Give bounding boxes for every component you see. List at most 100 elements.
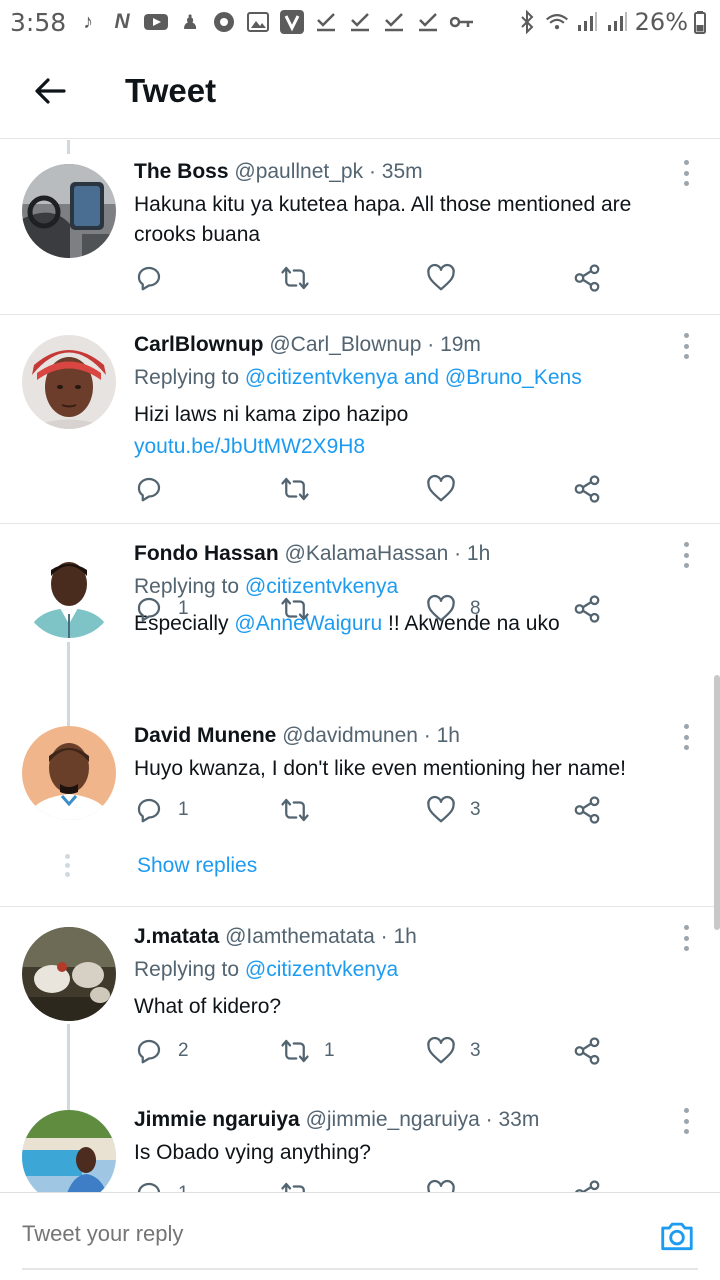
- camera-button[interactable]: [658, 1217, 696, 1255]
- reply-button[interactable]: 1: [134, 1178, 189, 1192]
- tweet-actions: 1 3: [134, 794, 614, 826]
- more-options-button[interactable]: [680, 1108, 692, 1134]
- share-icon: [575, 1180, 600, 1192]
- tweet[interactable]: Fondo Hassan @KalamaHassan · 1h Replying…: [0, 524, 720, 704]
- tweet[interactable]: CarlBlownup @Carl_Blownup · 19m Replying…: [0, 315, 720, 523]
- author-name[interactable]: Fondo Hassan: [134, 542, 279, 565]
- tweet-header: Jimmie ngaruiya @jimmie_ngaruiya · 33m: [134, 1106, 680, 1134]
- author-name[interactable]: J.matata: [134, 925, 219, 948]
- retweet-icon: [281, 1182, 305, 1192]
- heart-icon: [427, 1036, 455, 1064]
- author-name[interactable]: Jimmie ngaruiya: [134, 1108, 300, 1131]
- reply-input[interactable]: [22, 1221, 522, 1247]
- reply-mentions[interactable]: @citizentvkenya and @Bruno_Kens: [245, 366, 582, 389]
- reply-button[interactable]: [134, 262, 178, 294]
- like-button[interactable]: 3: [426, 794, 481, 826]
- more-options-button[interactable]: [680, 925, 692, 951]
- camera-icon: [661, 1222, 693, 1251]
- share-icon: [574, 595, 600, 623]
- page-title: Tweet: [125, 72, 217, 109]
- heart-icon: [427, 795, 455, 823]
- like-button[interactable]: 8: [426, 593, 481, 625]
- tweet-time: · 1h: [380, 925, 417, 948]
- bluetooth-icon: [515, 10, 539, 34]
- check-icon: [416, 10, 440, 34]
- battery-icon: [694, 10, 706, 34]
- retweet-button[interactable]: [280, 794, 324, 826]
- tweet[interactable]: J.matata @Iamthematata · 1h Replying to …: [0, 907, 720, 1097]
- replying-to-label: Replying to: [134, 366, 240, 389]
- retweet-icon: [281, 1039, 309, 1063]
- reply-button[interactable]: 1: [134, 794, 189, 826]
- like-button[interactable]: [426, 473, 470, 505]
- check-icon: [314, 10, 338, 34]
- signal-icon: [575, 10, 599, 34]
- tweet-header: Fondo Hassan @KalamaHassan · 1h: [134, 540, 680, 568]
- input-underline: [22, 1268, 698, 1270]
- reply-icon: [137, 477, 161, 502]
- retweet-button[interactable]: [280, 262, 324, 294]
- more-options-button[interactable]: [680, 160, 692, 186]
- retweet-button[interactable]: 1: [280, 1035, 335, 1067]
- retweet-button[interactable]: [280, 1178, 324, 1192]
- more-options-button[interactable]: [680, 333, 692, 359]
- author-name[interactable]: CarlBlownup: [134, 333, 264, 356]
- author-handle: @Carl_Blownup: [269, 333, 422, 356]
- share-button[interactable]: [572, 794, 602, 826]
- reply-button[interactable]: 1: [134, 593, 189, 625]
- tweet-header: The Boss @paullnet_pk · 35m: [134, 158, 680, 186]
- share-button[interactable]: [572, 1035, 602, 1067]
- avatar[interactable]: [22, 335, 116, 429]
- like-count: 3: [470, 799, 481, 820]
- reply-button[interactable]: 2: [134, 1035, 189, 1067]
- status-right: 26%: [515, 8, 706, 36]
- tweet-actions: 1: [134, 1178, 614, 1192]
- retweet-button[interactable]: [280, 593, 324, 625]
- avatar[interactable]: [22, 164, 116, 258]
- status-bar: 3:58 ♪ N ♟ 26%: [0, 0, 720, 44]
- reply-button[interactable]: [134, 473, 178, 505]
- like-button[interactable]: [426, 262, 470, 294]
- tweet[interactable]: Jimmie ngaruiya @jimmie_ngaruiya · 33m I…: [0, 1098, 720, 1192]
- avatar[interactable]: [22, 544, 116, 638]
- more-options-button[interactable]: [680, 542, 692, 568]
- scrollbar[interactable]: [714, 675, 720, 930]
- share-button[interactable]: [572, 1178, 602, 1192]
- share-button[interactable]: [572, 593, 602, 625]
- status-time: 3:58: [10, 7, 67, 37]
- tweet-time: · 19m: [427, 333, 481, 356]
- tweet-actions: 2 1 3: [134, 1035, 614, 1067]
- reply-icon: [137, 1182, 161, 1192]
- reply-count: 2: [178, 1040, 189, 1061]
- wifi-icon: [545, 10, 569, 34]
- reply-count: 1: [178, 598, 189, 619]
- avatar[interactable]: [22, 927, 116, 1021]
- avatar[interactable]: [22, 1110, 116, 1192]
- author-handle: @paullnet_pk: [234, 160, 364, 183]
- gallery-icon: [246, 10, 270, 34]
- back-button[interactable]: [20, 61, 80, 121]
- reply-mentions[interactable]: @citizentvkenya: [245, 958, 398, 981]
- retweet-button[interactable]: [280, 473, 324, 505]
- tweet-link[interactable]: youtu.be/JbUtMW2X9H8: [134, 432, 680, 462]
- retweet-icon: [281, 266, 309, 290]
- share-button[interactable]: [572, 473, 602, 505]
- like-button[interactable]: [426, 1178, 470, 1192]
- share-button[interactable]: [572, 262, 602, 294]
- more-options-button[interactable]: [680, 724, 692, 750]
- reply-icon: [137, 1039, 161, 1064]
- avatar[interactable]: [22, 726, 116, 820]
- tweet[interactable]: David Munene @davidmunen · 1h Huyo kwanz…: [0, 706, 720, 846]
- tweet-replies-feed[interactable]: The Boss @paullnet_pk · 35m Hakuna kitu …: [0, 140, 720, 1192]
- author-handle: @jimmie_ngaruiya: [305, 1108, 480, 1131]
- reply-icon: [137, 266, 161, 291]
- like-button[interactable]: 3: [426, 1035, 481, 1067]
- replying-to: Replying to @citizentvkenya and @Bruno_K…: [134, 364, 680, 392]
- vpn-icon: [280, 10, 305, 34]
- author-name[interactable]: The Boss: [134, 160, 229, 183]
- show-replies-link[interactable]: Show replies: [137, 854, 257, 878]
- reply-count: 1: [178, 1183, 189, 1192]
- tweet[interactable]: The Boss @paullnet_pk · 35m Hakuna kitu …: [0, 140, 720, 314]
- author-name[interactable]: David Munene: [134, 724, 276, 747]
- netflix-icon: N: [114, 10, 130, 33]
